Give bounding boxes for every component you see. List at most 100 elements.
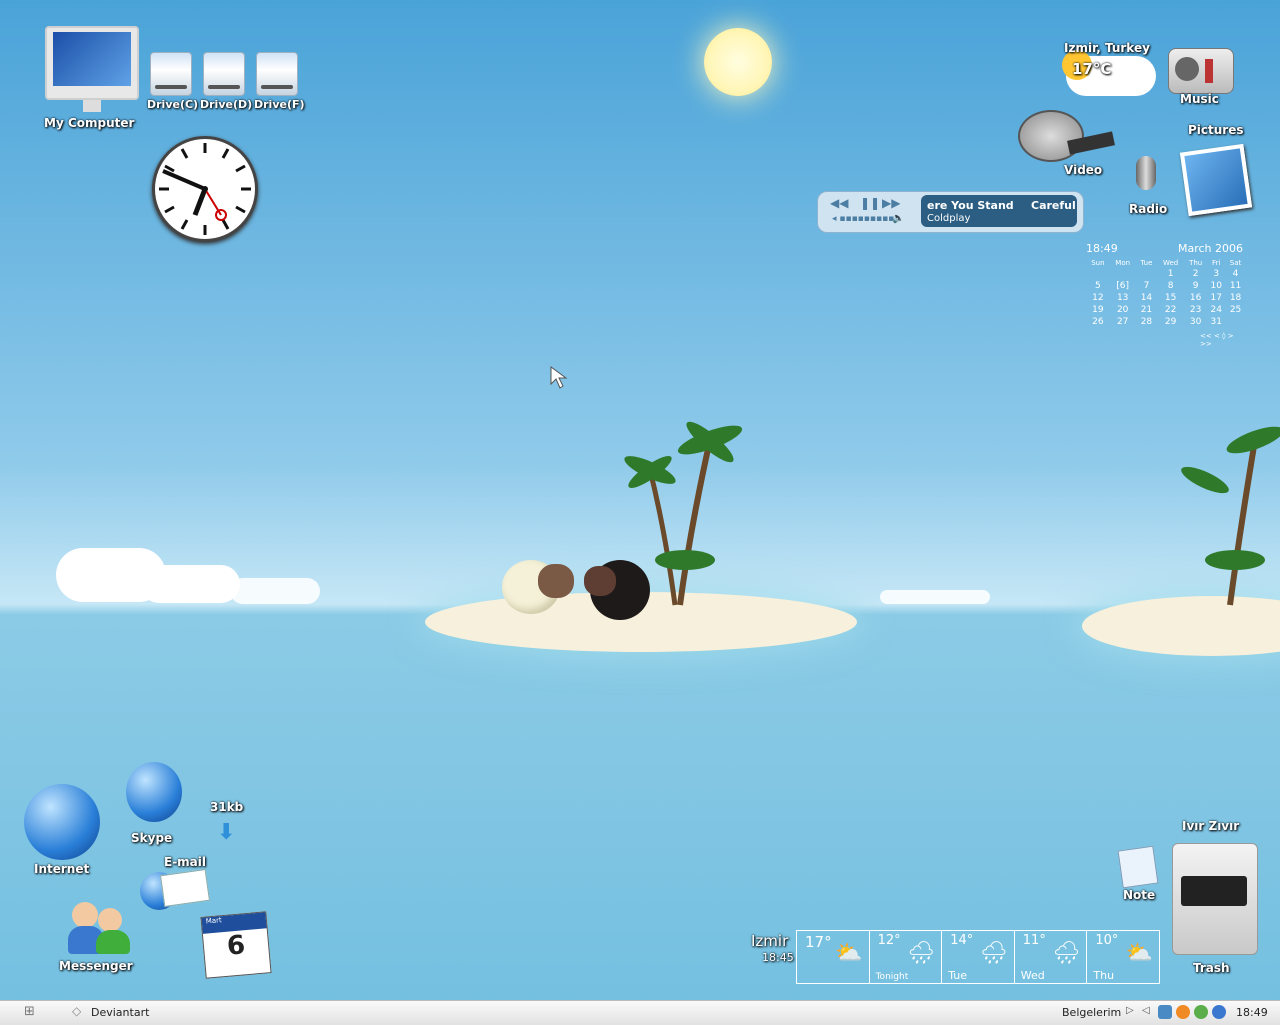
- calendar-day[interactable]: 8: [1157, 280, 1184, 292]
- calendar-day[interactable]: 21: [1136, 304, 1158, 316]
- cloud: [880, 590, 990, 604]
- tray-sync-icon[interactable]: [1194, 1005, 1208, 1019]
- calendar-day[interactable]: 29: [1157, 316, 1184, 328]
- envelope-icon: [159, 868, 211, 908]
- volume-slider[interactable]: ◂ ▪▪▪▪▪▪▪▪▪▪: [832, 214, 900, 224]
- pause-icon[interactable]: ❚❚: [860, 196, 880, 210]
- photos-icon[interactable]: [1179, 143, 1253, 217]
- forecast-temp: 11°: [1022, 933, 1046, 948]
- download-speed: 31kb: [210, 800, 244, 814]
- calendar-day[interactable]: 2: [1184, 268, 1207, 280]
- calendar-day[interactable]: [6]: [1110, 280, 1136, 292]
- calendar-week: 12 13 14 15 16 17 18: [1086, 292, 1246, 304]
- trash-bin-icon[interactable]: [1172, 843, 1258, 955]
- calendar-nav[interactable]: << < ◊ > >>: [1200, 332, 1246, 348]
- sun: [704, 28, 772, 96]
- calendar-day[interactable]: 5: [1086, 280, 1110, 292]
- weather-location: Izmir, Turkey: [1064, 41, 1150, 55]
- calendar-day[interactable]: 12: [1086, 292, 1110, 304]
- calendar-date-icon[interactable]: Mart 6: [200, 911, 272, 979]
- tray-collapse-icon[interactable]: ◁: [1142, 1005, 1150, 1016]
- drive-c-icon[interactable]: [150, 52, 192, 96]
- calendar-day[interactable]: 20: [1110, 304, 1136, 316]
- calendar-day[interactable]: 17: [1207, 292, 1225, 304]
- messenger-users-icon[interactable]: [68, 902, 132, 954]
- media-player-widget: ◀◀ ❚❚ ▶▶ ◂ ▪▪▪▪▪▪▪▪▪▪ 🔈 ere You Stand Ca…: [817, 191, 1084, 233]
- calendar-day[interactable]: 24: [1207, 304, 1225, 316]
- taskbar-folder[interactable]: Belgelerim: [1062, 1006, 1121, 1019]
- tray-network-icon[interactable]: [1158, 1005, 1172, 1019]
- analog-clock-widget[interactable]: [152, 136, 258, 242]
- drive-d-label: Drive(D): [200, 98, 253, 111]
- calendar-day[interactable]: 7: [1136, 280, 1158, 292]
- folder-expand-icon[interactable]: ▷: [1126, 1005, 1134, 1016]
- weekday: Tue: [1140, 259, 1153, 267]
- calendar-day[interactable]: 13: [1110, 292, 1136, 304]
- drive-d-icon[interactable]: [203, 52, 245, 96]
- weekday: Wed: [1162, 259, 1179, 267]
- calendar-day[interactable]: 22: [1157, 304, 1184, 316]
- calendar-day[interactable]: 10: [1207, 280, 1225, 292]
- weekday: Fri: [1212, 259, 1221, 267]
- weekday: Sat: [1229, 259, 1242, 267]
- radio-music-icon[interactable]: [1168, 48, 1234, 94]
- calendar-week: 26 27 28 29 30 31: [1086, 316, 1246, 328]
- next-icon[interactable]: ▶▶: [882, 196, 900, 210]
- calendar-day[interactable]: 16: [1184, 292, 1207, 304]
- calendar-time: 18:49: [1086, 242, 1118, 255]
- calendar-week: 19 20 21 22 23 24 25: [1086, 304, 1246, 316]
- forecast-label: Wed: [1020, 969, 1045, 982]
- calendar-day[interactable]: 3: [1207, 268, 1225, 280]
- task-page-icon: ◇: [72, 1004, 82, 1018]
- calendar-day[interactable]: 28: [1136, 316, 1158, 328]
- weekday: Mon: [1115, 259, 1131, 267]
- calendar-day[interactable]: 19: [1086, 304, 1110, 316]
- calendar-day[interactable]: 4: [1225, 268, 1246, 280]
- calendar-day[interactable]: 18: [1225, 292, 1246, 304]
- tray-messenger-icon[interactable]: [1212, 1005, 1226, 1019]
- calendar-week: 5 [6] 7 8 9 10 11: [1086, 280, 1246, 292]
- calendar-day[interactable]: [1225, 316, 1246, 328]
- start-windows-icon[interactable]: ⊞: [24, 1004, 35, 1019]
- calendar-day[interactable]: 25: [1225, 304, 1246, 316]
- taskbar-task[interactable]: Deviantart: [91, 1006, 149, 1019]
- internet-globe-icon[interactable]: [24, 784, 100, 860]
- note-label: Note: [1123, 888, 1156, 902]
- skype-headset-icon[interactable]: [126, 762, 182, 822]
- calendar-day[interactable]: 15: [1157, 292, 1184, 304]
- calendar-day[interactable]: [1136, 268, 1158, 280]
- prev-icon[interactable]: ◀◀: [830, 196, 848, 210]
- forecast-day: 11° 🌧 Wed: [1015, 931, 1088, 983]
- clock-ticks: [159, 143, 251, 235]
- mouse-cursor-icon: [550, 366, 568, 389]
- calendar-day[interactable]: 1: [1157, 268, 1184, 280]
- calendar-icon-day: 6: [225, 930, 247, 962]
- my-computer-icon[interactable]: [45, 26, 139, 112]
- calendar-day[interactable]: 14: [1136, 292, 1158, 304]
- note-pad-icon[interactable]: [1117, 845, 1159, 889]
- skype-label: Skype: [131, 831, 173, 845]
- calendar-day[interactable]: 27: [1110, 316, 1136, 328]
- sun-cloud-icon: ⛅: [835, 941, 863, 966]
- microphone-icon[interactable]: [1136, 156, 1156, 190]
- volume-icon[interactable]: 🔈: [892, 213, 904, 224]
- calendar-day[interactable]: [1086, 268, 1110, 280]
- tray-firefox-icon[interactable]: [1176, 1005, 1190, 1019]
- palm-tree: [1181, 426, 1280, 606]
- calendar-day[interactable]: 11: [1225, 280, 1246, 292]
- white-sheep-head: [538, 564, 574, 598]
- calendar-day[interactable]: [1110, 268, 1136, 280]
- now-playing-display: ere You Stand Careful Coldplay: [921, 195, 1077, 227]
- calendar-day[interactable]: 26: [1086, 316, 1110, 328]
- forecast-temp: 10°: [1095, 933, 1119, 948]
- download-arrow-icon: ⬇: [217, 820, 236, 845]
- film-reel-icon[interactable]: [1018, 110, 1084, 162]
- music-label: Music: [1180, 92, 1219, 106]
- weekday: Thu: [1189, 259, 1203, 267]
- forecast-label: Thu: [1093, 969, 1115, 982]
- calendar-day[interactable]: 31: [1207, 316, 1225, 328]
- drive-f-icon[interactable]: [256, 52, 298, 96]
- calendar-day[interactable]: 23: [1184, 304, 1207, 316]
- calendar-day[interactable]: 30: [1184, 316, 1207, 328]
- calendar-day[interactable]: 9: [1184, 280, 1207, 292]
